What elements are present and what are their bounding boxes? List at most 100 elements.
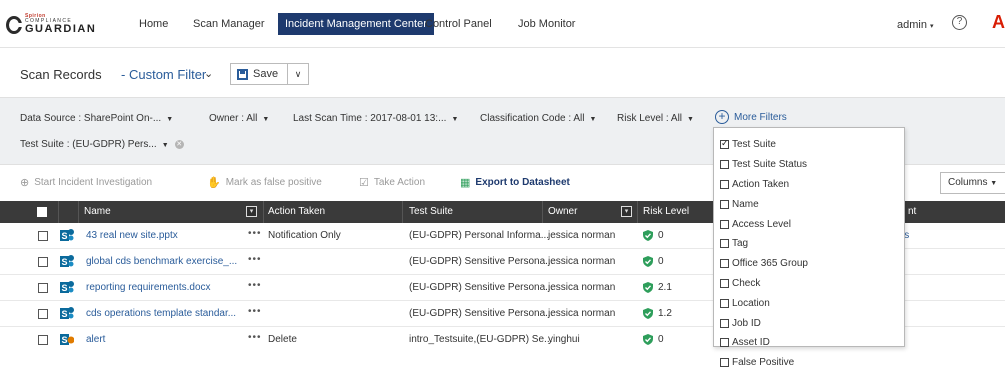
row-checkbox[interactable] [38, 283, 48, 293]
option-checkbox[interactable] [720, 358, 729, 368]
row-more-icon[interactable]: ••• [248, 254, 262, 265]
nav-home[interactable]: Home [139, 18, 168, 30]
row-name-link[interactable]: global cds benchmark exercise_... [86, 256, 237, 267]
select-all-checkbox[interactable] [37, 207, 47, 217]
plus-circle-icon: + [715, 110, 729, 124]
option-checkbox[interactable] [720, 219, 729, 229]
row-test-suite: intro_Testsuite,(EU-GDPR) Se... [409, 334, 553, 345]
columns-button[interactable]: Columns ▼ [940, 172, 1005, 194]
more-filters-label: More Filters [734, 111, 787, 123]
caret-down-icon: ▼ [161, 142, 169, 149]
option-checkbox[interactable] [720, 298, 729, 308]
option-checkbox[interactable] [720, 239, 729, 249]
filter-option-false-positive[interactable]: False Positive [714, 353, 904, 369]
option-checkbox[interactable] [720, 318, 729, 328]
row-more-icon[interactable]: ••• [248, 306, 262, 317]
filter-option-test-suite[interactable]: Test Suite [714, 135, 904, 155]
mark-false-positive-button[interactable]: ✋ Mark as false positive [207, 176, 322, 189]
row-more-icon[interactable]: ••• [248, 280, 262, 291]
option-checkbox[interactable] [720, 160, 729, 170]
sharepoint-icon: S [60, 255, 74, 267]
save-button[interactable]: Save [230, 63, 288, 85]
column-header-risk-level[interactable]: Risk Level [643, 206, 689, 217]
title-bar: Scan Records - Custom Filter ⌄ Save ∨ [0, 48, 1005, 96]
row-more-icon[interactable]: ••• [248, 332, 262, 343]
filter-data-source[interactable]: Data Source : SharePoint On-... ▼ [20, 113, 173, 124]
clear-filter-icon[interactable]: ✕ [174, 139, 184, 149]
export-to-datasheet-button[interactable]: ▦ Export to Datasheet [460, 176, 570, 189]
save-options-dropdown[interactable]: ∨ [287, 63, 309, 85]
user-menu[interactable]: admin ▾ [897, 19, 934, 31]
row-action-taken: Delete [268, 334, 297, 345]
caret-down-icon: ▼ [687, 116, 694, 123]
filter-name: Custom Filter [128, 67, 207, 82]
filter-last-scan-time[interactable]: Last Scan Time : 2017-08-01 13:... ▼ [293, 113, 458, 124]
shield-check-icon [643, 230, 653, 241]
filter-test-suite[interactable]: Test Suite : (EU-GDPR) Pers... ▼ ✕ [20, 139, 184, 150]
row-name-link[interactable]: 43 real new site.pptx [86, 230, 178, 241]
filter-option-check[interactable]: Check [714, 274, 904, 294]
filter-option-location[interactable]: Location [714, 293, 904, 313]
option-checkbox[interactable] [720, 338, 729, 348]
filter-owner[interactable]: Owner : All ▼ [209, 113, 269, 124]
floppy-disk-icon [237, 68, 248, 80]
row-test-suite: (EU-GDPR) Sensitive Persona... [409, 256, 554, 267]
row-name-link[interactable]: alert [86, 334, 105, 345]
take-action-button[interactable]: ☑ Take Action [359, 176, 425, 189]
filter-option-tag[interactable]: Tag [714, 234, 904, 254]
sharepoint-list-icon: S [60, 334, 74, 345]
svg-text:S: S [62, 231, 68, 241]
filter-option-name[interactable]: Name [714, 194, 904, 214]
sharepoint-icon: S [60, 281, 74, 293]
filter-option-action-taken[interactable]: Action Taken [714, 175, 904, 195]
row-checkbox[interactable] [38, 257, 48, 267]
spreadsheet-icon: ▦ [460, 177, 471, 189]
filter-option-office-365-group[interactable]: Office 365 Group [714, 254, 904, 274]
row-name-link[interactable]: reporting requirements.docx [86, 282, 211, 293]
more-filters-dropdown: Test Suite Test Suite Status Action Take… [713, 127, 905, 368]
caret-down-icon: ▼ [589, 116, 597, 123]
nav-job-monitor[interactable]: Job Monitor [518, 18, 575, 30]
caret-down-icon: ▼ [262, 116, 270, 123]
more-filters-button[interactable]: + More Filters [715, 110, 787, 124]
row-owner: jessica norman [548, 230, 616, 241]
filter-risk-level[interactable]: Risk Level : All ▼ [617, 113, 694, 124]
column-header-name[interactable]: Name [84, 206, 111, 217]
filter-option-asset-id[interactable]: Asset ID [714, 333, 904, 353]
nav-scan-manager[interactable]: Scan Manager [193, 18, 265, 30]
row-test-suite: (EU-GDPR) Personal Informa... [409, 230, 550, 241]
filter-option-access-level[interactable]: Access Level [714, 214, 904, 234]
option-checkbox[interactable] [720, 199, 729, 209]
row-more-icon[interactable]: ••• [248, 228, 262, 239]
chevron-down-icon[interactable]: ⌄ [204, 67, 213, 80]
shield-check-icon [643, 334, 653, 345]
option-checkbox[interactable] [720, 179, 729, 189]
column-header-test-suite[interactable]: Test Suite [409, 206, 453, 217]
guardian-logo[interactable]: Spirion COMPLIANCE GUARDIAN [6, 14, 96, 35]
column-filter-icon[interactable]: ▾ [621, 206, 632, 217]
help-icon[interactable]: ? [952, 15, 967, 30]
row-owner: jessica norman [548, 308, 616, 319]
row-name-link[interactable]: cds operations template standar... [86, 308, 236, 319]
column-header-action-taken[interactable]: Action Taken [268, 206, 325, 217]
filter-selector[interactable]: - Custom Filter [121, 67, 206, 82]
row-checkbox[interactable] [38, 309, 48, 319]
filter-option-test-suite-status[interactable]: Test Suite Status [714, 155, 904, 175]
filter-classification-code[interactable]: Classification Code : All ▼ [480, 113, 596, 124]
option-checkbox[interactable] [720, 278, 729, 288]
option-checkbox[interactable] [720, 138, 729, 150]
shield-check-icon [643, 282, 653, 293]
row-risk-level: 1.2 [658, 308, 672, 319]
column-filter-icon[interactable]: ▾ [246, 206, 257, 217]
start-incident-investigation-button[interactable]: ⊕ Start Incident Investigation [20, 176, 152, 189]
nav-control-panel[interactable]: Control Panel [425, 18, 492, 30]
brand-logo-icon[interactable]: A [992, 12, 1005, 33]
row-checkbox[interactable] [38, 335, 48, 345]
column-header-incident[interactable]: nt [908, 206, 916, 217]
column-header-owner[interactable]: Owner [548, 206, 577, 217]
nav-incident-management-center[interactable]: Incident Management Center [278, 13, 434, 35]
filter-option-job-id[interactable]: Job ID [714, 313, 904, 333]
row-checkbox[interactable] [38, 231, 48, 241]
row-risk-level: 0 [658, 256, 664, 267]
option-checkbox[interactable] [720, 259, 729, 269]
